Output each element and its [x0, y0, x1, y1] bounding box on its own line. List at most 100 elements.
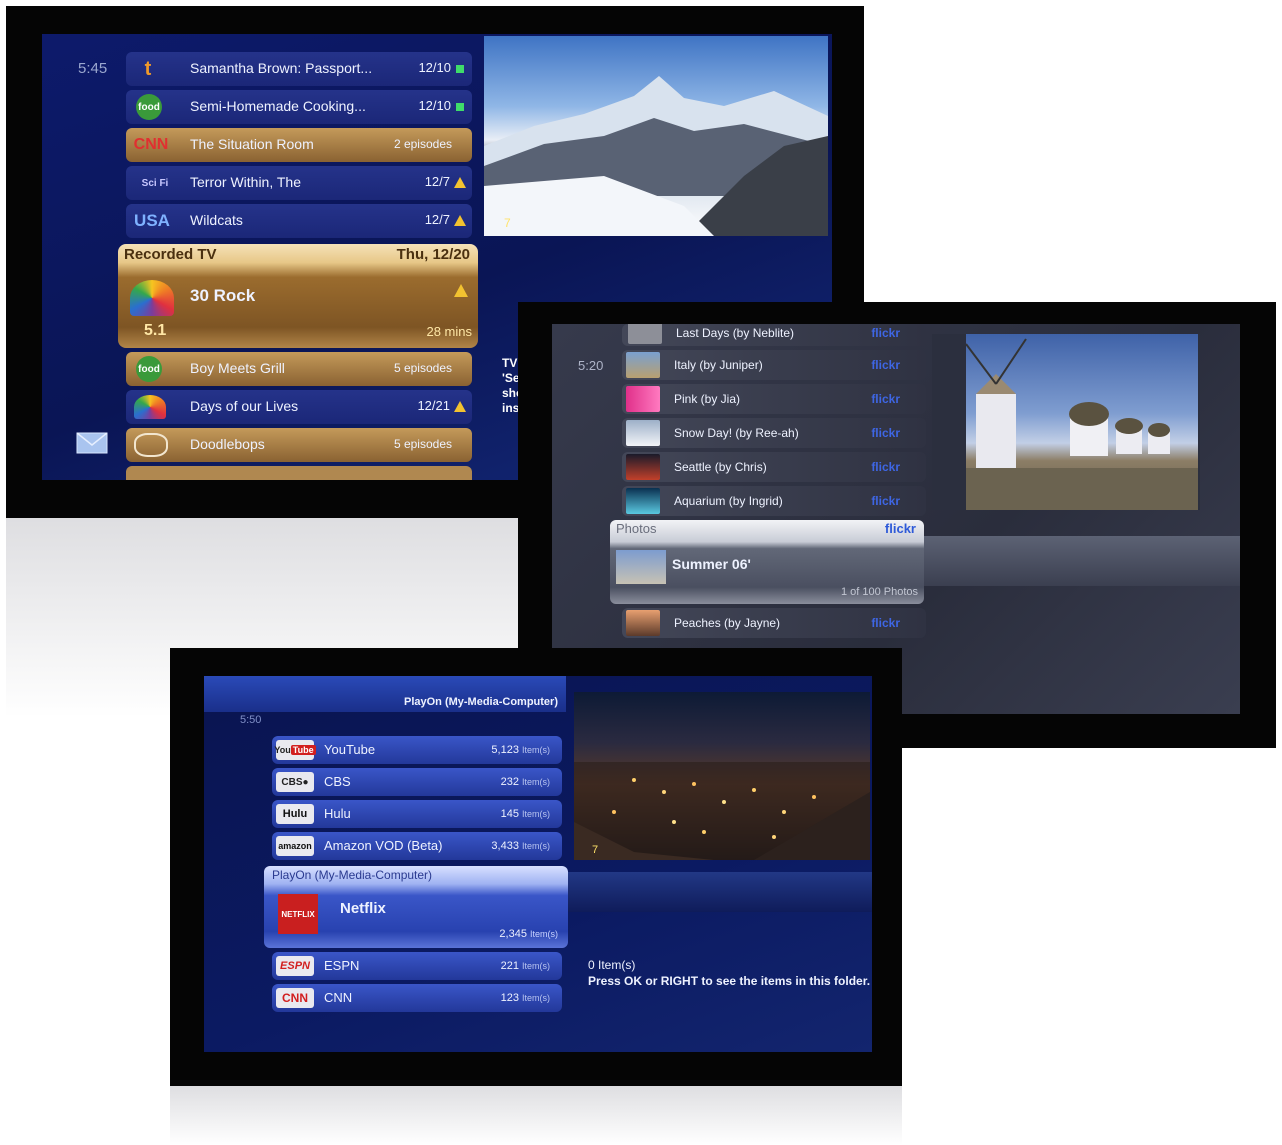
tv1-preview-channel: 7: [504, 216, 511, 230]
flickr-logo-icon: flickr: [884, 521, 916, 536]
tv1-row-title: Wildcats: [190, 212, 243, 228]
tv1-row-info: 12/7: [425, 212, 466, 227]
tv2-selected-title: Summer 06': [672, 556, 751, 572]
tv3-row-title: ESPN: [324, 958, 360, 973]
city-night-graphic: [574, 762, 870, 860]
tv1-duration: 28 mins: [426, 324, 472, 339]
tv1-row-below-1[interactable]: Days of our Lives 12/21: [126, 390, 472, 424]
tv1-row-0[interactable]: t Samantha Brown: Passport... 12/10: [126, 52, 472, 86]
tv3-row-below-0[interactable]: ESPN ESPN 221 Item(s): [272, 952, 562, 980]
warning-icon: [454, 177, 466, 189]
tv1-selected-title: 30 Rock: [190, 286, 256, 305]
tv3-clock: 5:50: [240, 714, 262, 726]
tv1-row-title: Samantha Brown: Passport...: [190, 60, 373, 76]
flickr-logo-icon: flickr: [871, 616, 900, 630]
tv2-row-title: Seattle (by Chris): [674, 460, 767, 474]
cnn-logo-icon: CNN: [276, 988, 314, 1008]
tv3-row-title: Hulu: [324, 806, 351, 821]
tv1-section-date: Thu, 12/20: [396, 246, 470, 263]
tv1-row-title: Doodlebops: [190, 436, 265, 452]
tv3-selected-item[interactable]: PlayOn (My-Media-Computer) NETFLIX Netfl…: [264, 866, 568, 948]
tv3-header-bar: PlayOn (My-Media-Computer): [204, 676, 566, 712]
cbs-logo-icon: CBS●: [276, 772, 314, 792]
nbc-peacock-logo-icon: [134, 395, 166, 419]
tv3-header-title: PlayOn (My-Media-Computer): [403, 696, 558, 708]
netflix-logo-icon: NETFLIX: [278, 894, 318, 934]
tv3-row-below-1[interactable]: CNN CNN 123 Item(s): [272, 984, 562, 1012]
tv3-screen: PlayOn (My-Media-Computer) 5:50 7 You Tub…: [204, 676, 872, 1052]
tv2-row-title: Pink (by Jia): [674, 392, 741, 406]
cnn-logo-icon: CNN: [133, 136, 169, 153]
tv1-row-below-0[interactable]: food Boy Meets Grill 5 episodes: [126, 352, 472, 386]
tv2-selection-band: [924, 536, 1240, 586]
food-network-logo-icon: food: [136, 94, 162, 120]
tv2-row-3[interactable]: Snow Day! (by Ree-ah) flickr: [622, 418, 926, 448]
tv1-row-title: Boy Meets Grill: [190, 360, 285, 376]
tv1-row-below-2[interactable]: Doodlebops 5 episodes: [126, 428, 472, 462]
tv2-row-4[interactable]: Seattle (by Chris) flickr: [622, 452, 926, 482]
tv3-preview-image: 7: [574, 692, 870, 860]
tv1-row-info: 12/21: [417, 398, 466, 413]
tv3-row-count: 221 Item(s): [500, 960, 550, 972]
hulu-logo-icon: Hulu: [276, 804, 314, 824]
photo-thumbnail: [626, 610, 660, 636]
tv3-frame: PlayOn (My-Media-Computer) 5:50 7 You Tub…: [170, 648, 902, 1086]
warning-icon: [454, 401, 466, 413]
tv1-row-title: Terror Within, The: [190, 174, 301, 190]
tv1-section-label: Recorded TV: [124, 246, 217, 263]
flickr-logo-icon: flickr: [871, 426, 900, 440]
tv3-row-count: 123 Item(s): [500, 992, 550, 1004]
tv3-row-0[interactable]: You Tube YouTube 5,123 Item(s): [272, 736, 562, 764]
tv2-row-title: Italy (by Juniper): [674, 358, 763, 372]
tv1-row-3[interactable]: Sci Fi Terror Within, The 12/7: [126, 166, 472, 200]
flickr-logo-icon: flickr: [871, 460, 900, 474]
tv3-row-count: 145 Item(s): [500, 808, 550, 820]
photo-thumbnail: [626, 352, 660, 378]
tv1-row-title: Days of our Lives: [190, 398, 299, 414]
photo-thumbnail: [626, 386, 660, 412]
flickr-logo-icon: flickr: [871, 326, 900, 340]
tv1-row-info: 12/7: [425, 174, 466, 189]
scifi-logo-icon: Sci Fi: [141, 177, 169, 189]
tv1-preview-image: 7: [484, 36, 828, 236]
tv2-row-below-0[interactable]: Peaches (by Jayne) flickr: [622, 608, 926, 638]
tv3-row-title: CNN: [324, 990, 353, 1005]
tv2-row-5[interactable]: Aquarium (by Ingrid) flickr: [622, 486, 926, 516]
tv2-preview-frame: [932, 334, 1200, 510]
photo-thumbnail: [626, 488, 660, 514]
photo-thumbnail: [626, 420, 660, 446]
windmill-graphic: [966, 338, 1198, 510]
photo-thumbnail: [628, 324, 662, 344]
tv3-section-label: PlayOn (My-Media-Computer): [272, 868, 433, 882]
tv3-row-1[interactable]: CBS● CBS 232 Item(s): [272, 768, 562, 796]
tv2-clock: 5:20: [578, 358, 604, 373]
tv2-section-label: Photos: [616, 521, 657, 536]
tv2-row-title: Peaches (by Jayne): [674, 616, 781, 630]
tv3-row-3[interactable]: amazon Amazon VOD (Beta) 3,433 Item(s): [272, 832, 562, 860]
tv1-row-info: 12/10: [418, 98, 464, 113]
tv2-selected-item[interactable]: Photos flickr Summer 06' 1 of 100 Photos: [610, 520, 924, 604]
tv1-row-2[interactable]: CNN The Situation Room 2 episodes: [126, 128, 472, 162]
mail-envelope-icon[interactable]: [76, 432, 108, 454]
tv1-clock: 5:45: [78, 60, 108, 77]
tv2-row-1[interactable]: Italy (by Juniper) flickr: [622, 350, 926, 380]
tv3-row-title: YouTube: [324, 742, 376, 757]
tv1-selected-item[interactable]: Recorded TV Thu, 12/20 30 Rock 5.1 28 mi…: [118, 244, 478, 348]
tlc-logo-icon: t: [144, 57, 152, 80]
tv1-row-info: 12/10: [418, 60, 464, 75]
tv1-row-partial: [126, 466, 472, 480]
tv1-row-1[interactable]: food Semi-Homemade Cooking... 12/10: [126, 90, 472, 124]
tv1-row-4[interactable]: USA Wildcats 12/7: [126, 204, 472, 238]
tv1-row-info: 5 episodes: [393, 361, 452, 375]
food-network-logo-icon: food: [136, 356, 162, 382]
tv2-row-0[interactable]: Last Days (by Neblite) flickr: [622, 324, 926, 346]
tv3-row-title: Amazon VOD (Beta): [324, 838, 443, 853]
tv2-row-2[interactable]: Pink (by Jia) flickr: [622, 384, 926, 414]
tv3-selection-band: [568, 872, 872, 912]
warning-icon: [454, 284, 468, 297]
tv3-row-count: 232 Item(s): [500, 776, 550, 788]
tv2-preview-image: [966, 334, 1198, 510]
tv3-row-title: CBS: [324, 774, 351, 789]
tv3-row-2[interactable]: Hulu Hulu 145 Item(s): [272, 800, 562, 828]
espn-logo-icon: ESPN: [276, 956, 314, 976]
